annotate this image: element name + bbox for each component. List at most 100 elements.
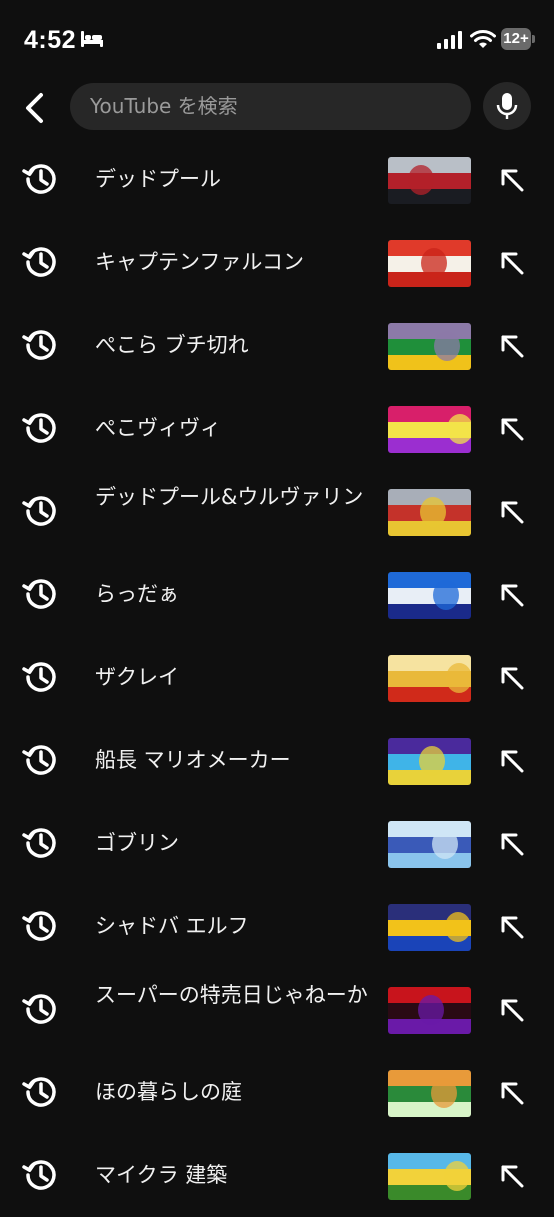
video-thumbnail [388,406,471,453]
back-button[interactable] [14,86,58,130]
thumbnail-figure [434,331,460,361]
fill-query-arrow-icon[interactable] [494,245,530,281]
suggestion-text: らっだぁ [95,582,179,606]
suggestion-text: キャプテンファルコン [95,250,304,274]
suggestion-text: デッドプール [95,167,221,191]
fill-query-arrow-icon[interactable] [494,494,530,530]
video-thumbnail [388,1153,471,1200]
thumbnail-band [388,1086,471,1102]
video-thumbnail [388,987,471,1034]
voice-search-button[interactable] [483,82,531,130]
history-icon [21,408,61,448]
thumbnail-figure [418,995,444,1025]
video-thumbnail [388,655,471,702]
microphone-icon [496,93,518,119]
suggestion-row[interactable]: キャプテンファルコン [0,221,554,304]
suggestion-row[interactable]: ぺこら ブチ切れ [0,304,554,387]
suggestion-text: ゴブリン [95,831,179,855]
thumbnail-band [388,1102,471,1117]
history-icon [21,1155,61,1195]
thumbnail-figure [432,829,458,859]
wifi-icon [470,29,496,53]
thumbnail-figure [447,414,471,444]
thumbnail-figure [408,165,434,195]
thumbnail-band [388,355,471,370]
video-thumbnail [388,157,471,204]
history-icon [21,657,61,697]
fill-query-arrow-icon[interactable] [494,992,530,1028]
history-icon [21,242,61,282]
thumbnail-figure [433,580,459,610]
battery-icon: 12+ [501,28,531,50]
fill-query-arrow-icon[interactable] [494,909,530,945]
suggestion-text: 船長 マリオメーカー [95,748,291,772]
video-thumbnail [388,323,471,370]
suggestion-row[interactable]: ザクレイ [0,636,554,719]
fill-query-arrow-icon[interactable] [494,826,530,862]
thumbnail-band [388,1070,471,1086]
suggestion-text: ザクレイ [95,665,179,689]
suggestion-text: デッドプール&ウルヴァリン [95,485,364,509]
history-icon [21,823,61,863]
video-thumbnail [388,489,471,536]
battery-nub [532,35,535,43]
video-thumbnail [388,240,471,287]
thumbnail-figure [446,663,471,693]
thumbnail-figure [445,912,471,942]
thumbnail-band [388,604,471,619]
search-input[interactable]: YouTube を検索 [70,83,471,130]
suggestion-text: ぺこら ブチ切れ [95,333,249,357]
fill-query-arrow-icon[interactable] [494,1158,530,1194]
thumbnail-figure [431,1078,457,1108]
fill-query-arrow-icon[interactable] [494,411,530,447]
suggestion-text: ぺこヴィヴィ [95,416,221,440]
search-placeholder: YouTube を検索 [90,94,238,118]
fill-query-arrow-icon[interactable] [494,162,530,198]
suggestion-row[interactable]: ほの暮らしの庭 [0,1051,554,1134]
suggestion-row[interactable]: 船長 マリオメーカー [0,719,554,802]
history-icon [21,989,61,1029]
fill-query-arrow-icon[interactable] [494,328,530,364]
history-icon [21,740,61,780]
history-icon [21,906,61,946]
thumbnail-band [388,853,471,868]
history-icon [21,574,61,614]
suggestion-row[interactable]: シャドバ エルフ [0,885,554,968]
battery-level: 12+ [503,30,529,47]
thumbnail-figure [420,497,446,527]
history-icon [21,325,61,365]
thumbnail-band [388,821,471,837]
suggestion-row[interactable]: デッドプール [0,138,554,221]
thumbnail-figure [419,746,445,776]
status-time: 4:52 [24,26,77,54]
thumbnail-band [388,837,471,853]
video-thumbnail [388,1070,471,1117]
thumbnail-figure [444,1161,470,1191]
suggestion-row[interactable]: らっだぁ [0,553,554,636]
fill-query-arrow-icon[interactable] [494,577,530,613]
video-thumbnail [388,572,471,619]
fill-query-arrow-icon[interactable] [494,743,530,779]
history-icon [21,159,61,199]
thumbnail-band [388,572,471,588]
suggestion-row[interactable]: ぺこヴィヴィ [0,387,554,470]
suggestion-row[interactable]: スーパーの特売日じゃねーか [0,968,554,1051]
thumbnail-band [388,323,471,339]
video-thumbnail [388,738,471,785]
suggestion-text: シャドバ エルフ [95,914,249,938]
video-thumbnail [388,821,471,868]
history-icon [21,1072,61,1112]
chevron-left-icon [26,93,43,123]
suggestion-text: マイクラ 建築 [95,1163,228,1187]
cellular-signal-icon [437,31,463,53]
suggestion-row[interactable]: ゴブリン [0,802,554,885]
suggestion-row[interactable]: デッドプール&ウルヴァリン [0,470,554,553]
history-icon [21,491,61,531]
bed-icon [80,30,104,52]
fill-query-arrow-icon[interactable] [494,1075,530,1111]
status-bar: 4:52 12+ [0,0,554,82]
suggestion-row[interactable]: マイクラ 建築 [0,1134,554,1217]
fill-query-arrow-icon[interactable] [494,660,530,696]
thumbnail-figure [421,248,447,278]
video-thumbnail [388,904,471,951]
